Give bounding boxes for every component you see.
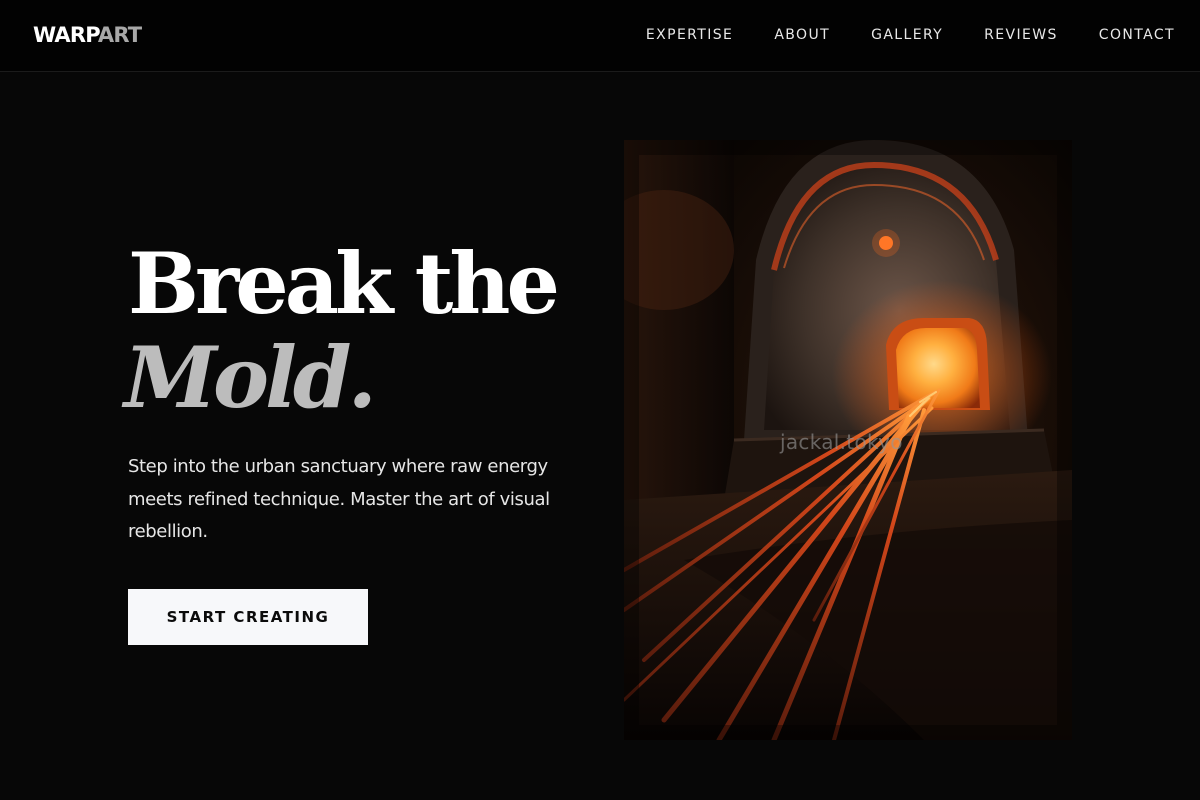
nav-link-gallery[interactable]: GALLERY	[871, 26, 943, 44]
main-nav: EXPERTISE ABOUT GALLERY REVIEWS CONTACT	[646, 26, 1175, 44]
hero-title-emphasis: Mold.	[124, 328, 377, 427]
logo-primary-text: WARP	[33, 23, 99, 47]
nav-link-contact[interactable]: CONTACT	[1099, 26, 1175, 44]
start-creating-button[interactable]: START CREATING	[128, 589, 368, 645]
logo-accent-text: ART	[97, 23, 142, 47]
nav-link-expertise[interactable]: EXPERTISE	[646, 26, 733, 44]
brand-logo[interactable]: WARPART	[33, 22, 142, 48]
nav-link-about[interactable]: ABOUT	[774, 26, 830, 44]
hero-title: Break the	[128, 234, 560, 333]
navbar: WARPART EXPERTISE ABOUT GALLERY REVIEWS …	[0, 0, 1200, 72]
hero-description: Step into the urban sanctuary where raw …	[128, 456, 550, 542]
nav-link-reviews[interactable]: REVIEWS	[984, 26, 1058, 44]
image-watermark: jackal.tokyo	[780, 430, 903, 454]
